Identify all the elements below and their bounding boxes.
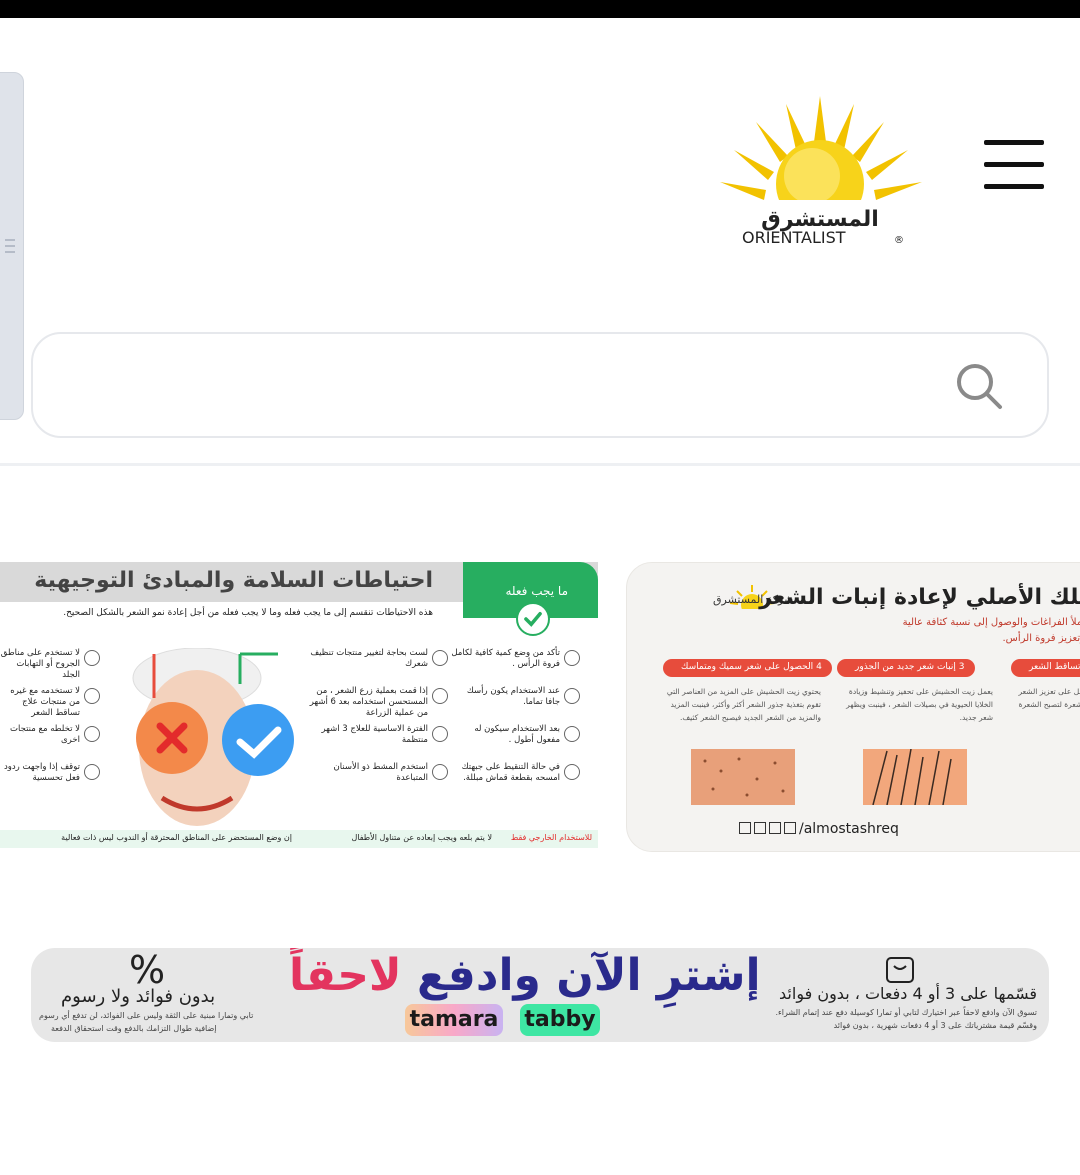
no-fees-title: بدون فوائد ولا رسوم <box>61 986 216 1007</box>
twitter-icon[interactable] <box>754 822 766 834</box>
new-hair-roots-image <box>863 749 967 805</box>
social-handle: /almostashreq <box>799 821 899 837</box>
hamburger-menu-icon[interactable] <box>984 140 1044 190</box>
list-item: الفترة الاساسية للعلاج 3 اشهر منتظمة <box>300 724 448 762</box>
headline-part: لاحقاً <box>289 950 402 1001</box>
footer-note: لا يتم بلعه ويجب إبعاده عن متناول الأطفا… <box>351 833 493 842</box>
side-drawer-handle[interactable] <box>0 72 24 420</box>
step-label: إنبات شعر جديد من الجذور <box>855 662 956 672</box>
sun-logo-icon: المستشرق ORIENTALIST ® <box>720 96 922 247</box>
list-item: بعد الاستخدام سيكون له مفعول أطول . <box>450 724 580 762</box>
step-description: يحتوي زيت الحشيش على المزيد من العناصر ا… <box>666 687 821 722</box>
bnpl-headline: إشترِ الآن وادفع لاحقاً <box>289 950 761 1001</box>
step-description: يحتوي على عناصر غذائية تعمل على تعزيز ال… <box>1018 687 1080 709</box>
footer-note: للاستخدام الخارجي فقط <box>510 833 592 842</box>
banner-subtitle: هذه الاحتياطات تنقسم إلى ما يجب فعله وما… <box>63 608 433 618</box>
thick-hair-scalp-image <box>691 749 795 805</box>
status-bar <box>0 0 1080 18</box>
facebook-icon[interactable] <box>739 822 751 834</box>
list-item: لا تستخدم على مناطق الجروح أو التهابات ا… <box>0 648 100 686</box>
dont-list: لا تستخدم على مناطق الجروح أو التهابات ا… <box>0 648 100 800</box>
do-list: تأكد من وضع كمية كافية لكامل فروة الرأس … <box>450 648 580 800</box>
site-logo[interactable]: المستشرق ORIENTALIST ® <box>716 96 926 252</box>
search-icon[interactable] <box>955 362 1003 410</box>
list-item: لا تخلطه مع منتجات اخرى <box>0 724 100 762</box>
headline-part: إشترِ الآن وادفع <box>417 950 761 1001</box>
step-badge: 2 إيقاف تساقط الشعر <box>1011 659 1080 677</box>
check-lens <box>222 704 294 776</box>
do-label: ما يجب فعله <box>505 584 568 598</box>
safety-guidelines-banner[interactable]: احتياطات السلامة والمبادئ التوجيهية ما ي… <box>0 562 598 852</box>
step-description: يعمل زيت الحشيش على تحفيز وتنشيط وزيادة … <box>846 687 993 722</box>
no-fees-text: إضافية طوال التزامك بالدفع وقت استحقاق ا… <box>51 1024 217 1033</box>
no-fees-text: تابي وتمارا مبنية على الثقة وليس على الف… <box>39 1011 254 1020</box>
banner-subtitle: إملأ الفراغات والوصول إلى نسبة كثافة عال… <box>902 617 1080 628</box>
banner-footer: للاستخدام الخارجي فقط لا يتم بلعه ويجب إ… <box>0 830 598 848</box>
search-input[interactable] <box>61 354 941 416</box>
snapchat-icon[interactable] <box>784 822 796 834</box>
registered-mark: ® <box>894 235 904 246</box>
list-item: استخدم المشط ذو الأسنان المتباعدة <box>300 762 448 800</box>
section-divider <box>0 463 1080 466</box>
step-number: 3 <box>958 662 965 672</box>
shopping-bag-icon <box>886 957 914 983</box>
installments-text: وقسّم قيمة مشترياتك على 3 أو 4 دفعات شهر… <box>833 1021 1037 1030</box>
list-item: إذا قمت بعملية زرع الشعر ، من المستحسن ا… <box>300 686 448 724</box>
bnpl-promo-banner[interactable]: قسّمها على 3 أو 4 دفعات ، بدون فوائد تسو… <box>31 948 1049 1042</box>
list-item: لست بحاجة لتغيير منتجات تنظيف شعرك <box>300 648 448 686</box>
list-item: تأكد من وضع كمية كافية لكامل فروة الرأس … <box>450 648 580 686</box>
tamara-logo: tamara <box>405 1004 503 1036</box>
list-item: توقف إذا واجهت ردود فعل تحسسية <box>0 762 100 800</box>
step-label: إيقاف تساقط الشعر <box>1029 662 1080 672</box>
footer-note: إن وضع المستحضر على المناطق المحترقة أو … <box>61 833 292 842</box>
do-list-2: لست بحاجة لتغيير منتجات تنظيف شعرك إذا ق… <box>300 648 448 800</box>
check-icon <box>516 602 550 636</box>
banner-subtitle: وتعزيز فروة الرأس. <box>1002 633 1080 644</box>
banner-title: حلك الأصلي لإعادة إنبات الشعر <box>759 585 1080 610</box>
drag-grip-icon[interactable] <box>5 239 15 255</box>
list-item: في حالة التنقيط على جبهتك امسحه بقطعة قم… <box>450 762 580 800</box>
hair-regrowth-banner[interactable]: شركة المستشرق حلك الأصلي لإعادة إنبات ال… <box>626 562 1080 852</box>
search-bar[interactable] <box>31 332 1049 438</box>
installments-text: تسوق الآن وادفع لاحقاً عبر اختيارك لتابي… <box>775 1008 1037 1017</box>
logo-english-text: ORIENTALIST <box>742 228 846 247</box>
banner-title: احتياطات السلامة والمبادئ التوجيهية <box>34 568 433 593</box>
tabby-logo: tabby <box>520 1004 600 1036</box>
list-item: عند الاستخدام يكون رأسك جافا تماما. <box>450 686 580 724</box>
woman-face-illustration <box>132 648 294 826</box>
list-item: لا تستخدمه مع غيره من منتجات علاج تساقط … <box>0 686 100 724</box>
installments-title: قسّمها على 3 أو 4 دفعات ، بدون فوائد <box>779 984 1037 1003</box>
step-number: 4 <box>816 662 822 672</box>
step-label: الحصول على شعر سميك ومتماسك <box>681 662 814 672</box>
social-links[interactable]: /almostashreq <box>739 821 899 837</box>
instagram-icon[interactable] <box>769 822 781 834</box>
step-badge: 3 إنبات شعر جديد من الجذور <box>837 659 975 677</box>
step-badge: 4 الحصول على شعر سميك ومتماسك <box>663 659 832 677</box>
